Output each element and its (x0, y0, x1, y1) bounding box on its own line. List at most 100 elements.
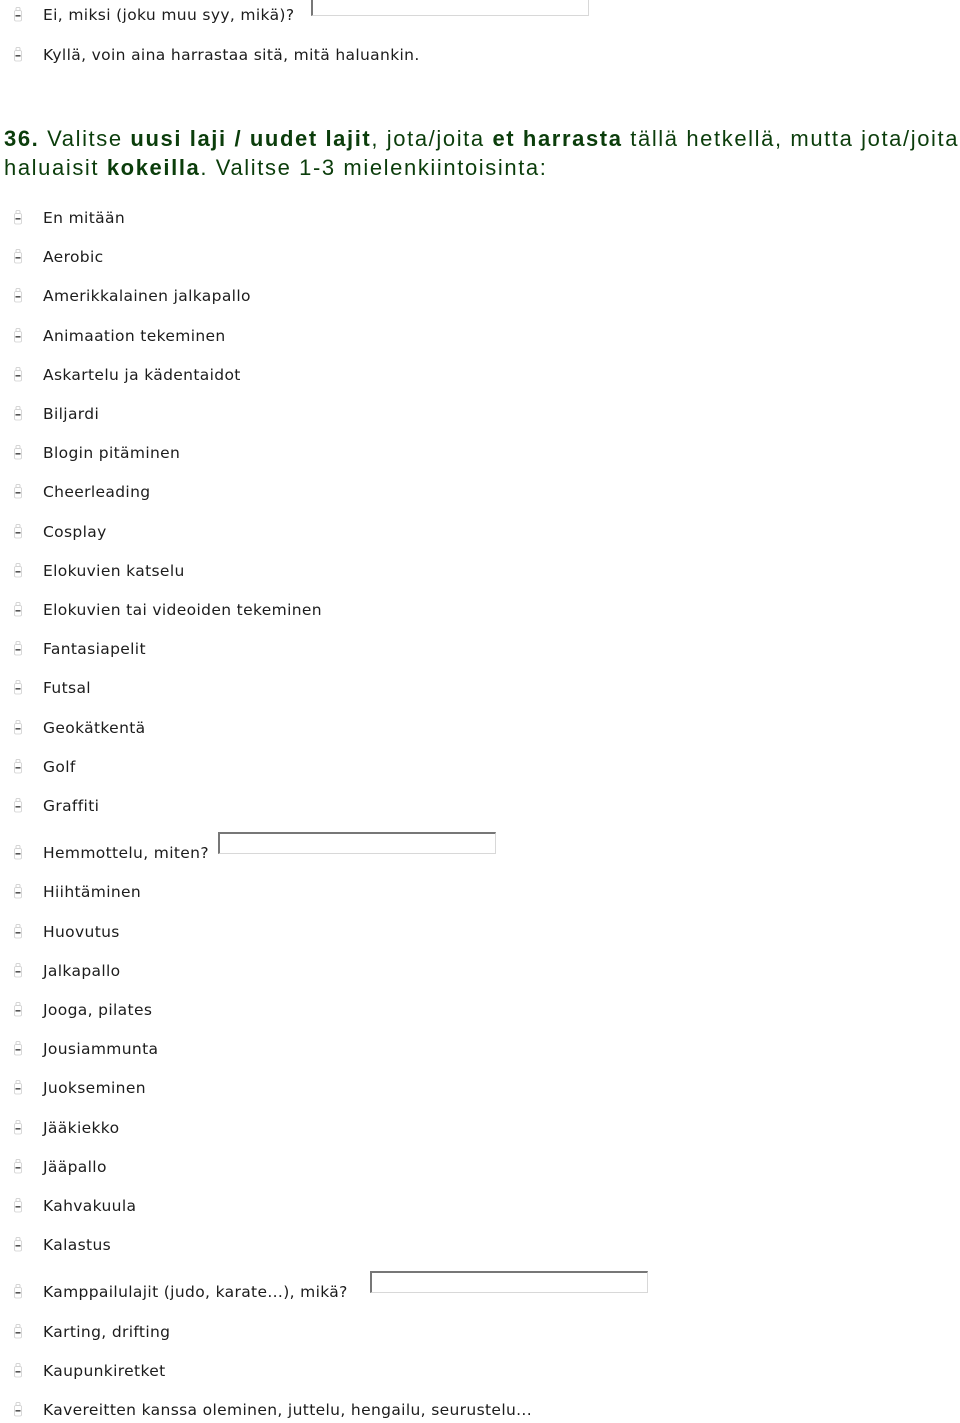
option-row-30[interactable]: Kavereitten kanssa oleminen, juttelu, he… (0, 1397, 960, 1423)
radio-button-icon[interactable] (13, 963, 23, 978)
radio-button-icon[interactable] (13, 1237, 23, 1252)
other-text-input[interactable] (311, 0, 589, 16)
option-row-15[interactable]: Graffiti (0, 793, 960, 819)
option-label: Askartelu ja kädentaidot (43, 365, 241, 384)
radio-button-icon[interactable] (13, 484, 23, 499)
radio-button-icon[interactable] (13, 845, 23, 860)
question-text: . Valitse 1-3 mielenkiintoisinta: (200, 155, 548, 180)
radio-button-icon[interactable] (13, 445, 23, 460)
radio-button-icon[interactable] (13, 798, 23, 813)
radio-button-icon[interactable] (13, 1324, 23, 1339)
option-label: Animaation tekeminen (43, 326, 226, 345)
option-row-5[interactable]: Biljardi (0, 401, 960, 427)
option-label: Juokseminen (43, 1079, 146, 1098)
option-row-2[interactable]: Amerikkalainen jalkapallo (0, 283, 960, 309)
option-row-prev-0[interactable]: Ei, miksi (joku muu syy, mikä)? (0, 0, 960, 28)
radio-button-icon[interactable] (13, 1402, 23, 1417)
radio-button-icon[interactable] (13, 602, 23, 617)
option-row-25[interactable]: Kahvakuula (0, 1193, 960, 1219)
radio-button-icon[interactable] (13, 563, 23, 578)
radio-button-icon[interactable] (13, 1363, 23, 1378)
option-row-27[interactable]: Kamppailulajit (judo, karate...), mikä? (0, 1271, 960, 1305)
radio-button-icon[interactable] (13, 1120, 23, 1135)
radio-button-icon[interactable] (13, 47, 23, 62)
radio-button-icon[interactable] (13, 680, 23, 695)
option-label: Kaupunkiretket (43, 1361, 166, 1380)
option-label: Kamppailulajit (judo, karate...), mikä? (43, 1283, 348, 1302)
radio-button-icon[interactable] (13, 288, 23, 303)
radio-button-icon[interactable] (13, 720, 23, 735)
option-label: Aerobic (43, 248, 104, 267)
option-row-1[interactable]: Aerobic (0, 244, 960, 270)
option-row-23[interactable]: Jääkiekko (0, 1115, 960, 1141)
radio-button-icon[interactable] (13, 641, 23, 656)
option-row-14[interactable]: Golf (0, 754, 960, 780)
radio-button-icon[interactable] (13, 759, 23, 774)
radio-button-icon[interactable] (13, 1198, 23, 1213)
option-row-17[interactable]: Hiihtäminen (0, 879, 960, 905)
option-row-3[interactable]: Animaation tekeminen (0, 323, 960, 349)
option-row-8[interactable]: Cosplay (0, 519, 960, 545)
option-row-21[interactable]: Jousiammunta (0, 1036, 960, 1062)
radio-button-icon[interactable] (13, 924, 23, 939)
option-label: Fantasiapelit (43, 640, 146, 659)
option-row-16[interactable]: Hemmottelu, miten? (0, 832, 960, 866)
option-label: Jääpallo (43, 1157, 107, 1176)
question-text: , jota/joita (371, 126, 493, 151)
option-label: Amerikkalainen jalkapallo (43, 287, 251, 306)
radio-button-icon[interactable] (13, 1002, 23, 1017)
option-label: Hemmottelu, miten? (43, 844, 209, 863)
option-label: Jooga, pilates (43, 1001, 153, 1019)
other-text-input[interactable] (218, 832, 496, 855)
option-label: Kahvakuula (43, 1197, 137, 1215)
other-text-input[interactable] (370, 1271, 648, 1294)
question-text: Valitse (47, 126, 131, 151)
option-row-24[interactable]: Jääpallo (0, 1154, 960, 1180)
option-label: Kyllä, voin aina harrastaa sitä, mitä ha… (43, 46, 420, 64)
option-row-20[interactable]: Jooga, pilates (0, 997, 960, 1023)
option-label: Jääkiekko (43, 1118, 120, 1137)
option-label: Geokätkentä (43, 718, 146, 737)
option-label: Kavereitten kanssa oleminen, juttelu, he… (43, 1401, 532, 1419)
option-row-10[interactable]: Elokuvien tai videoiden tekeminen (0, 597, 960, 623)
option-label: Golf (43, 757, 76, 776)
option-row-4[interactable]: Askartelu ja kädentaidot (0, 362, 960, 388)
option-row-11[interactable]: Fantasiapelit (0, 636, 960, 662)
option-label: Graffiti (43, 797, 100, 815)
radio-button-icon[interactable] (13, 1284, 23, 1299)
question-emphasis: et harrasta (492, 126, 623, 151)
option-row-9[interactable]: Elokuvien katselu (0, 558, 960, 584)
radio-button-icon[interactable] (13, 328, 23, 343)
option-row-6[interactable]: Blogin pitäminen (0, 440, 960, 466)
option-label: Cosplay (43, 522, 107, 541)
option-row-0[interactable]: En mitään (0, 205, 960, 231)
option-label: Biljardi (43, 405, 100, 423)
option-row-29[interactable]: Kaupunkiretket (0, 1358, 960, 1384)
radio-button-icon[interactable] (13, 210, 23, 225)
option-label: Jalkapallo (43, 961, 121, 980)
option-row-22[interactable]: Juokseminen (0, 1075, 960, 1101)
option-row-prev-1[interactable]: Kyllä, voin aina harrastaa sitä, mitä ha… (0, 42, 960, 68)
question-emphasis: uusi laji / uudet lajit (130, 126, 372, 151)
option-label: Huovutus (43, 922, 120, 941)
option-row-19[interactable]: Jalkapallo (0, 958, 960, 984)
option-row-28[interactable]: Karting, drifting (0, 1319, 960, 1345)
option-label: Kalastus (43, 1236, 112, 1255)
radio-button-icon[interactable] (13, 406, 23, 421)
radio-button-icon[interactable] (13, 1041, 23, 1056)
radio-button-icon[interactable] (13, 1080, 23, 1095)
option-row-18[interactable]: Huovutus (0, 919, 960, 945)
option-label: Hiihtäminen (43, 883, 142, 902)
option-row-13[interactable]: Geokätkentä (0, 715, 960, 741)
option-row-7[interactable]: Cheerleading (0, 479, 960, 505)
option-row-12[interactable]: Futsal (0, 675, 960, 701)
radio-button-icon[interactable] (13, 1159, 23, 1174)
option-label: Elokuvien tai videoiden tekeminen (43, 601, 322, 619)
radio-button-icon[interactable] (13, 884, 23, 899)
radio-button-icon[interactable] (13, 249, 23, 264)
option-label: Blogin pitäminen (43, 444, 181, 463)
option-row-26[interactable]: Kalastus (0, 1232, 960, 1258)
radio-button-icon[interactable] (13, 524, 23, 539)
radio-button-icon[interactable] (13, 7, 23, 22)
radio-button-icon[interactable] (13, 367, 23, 382)
